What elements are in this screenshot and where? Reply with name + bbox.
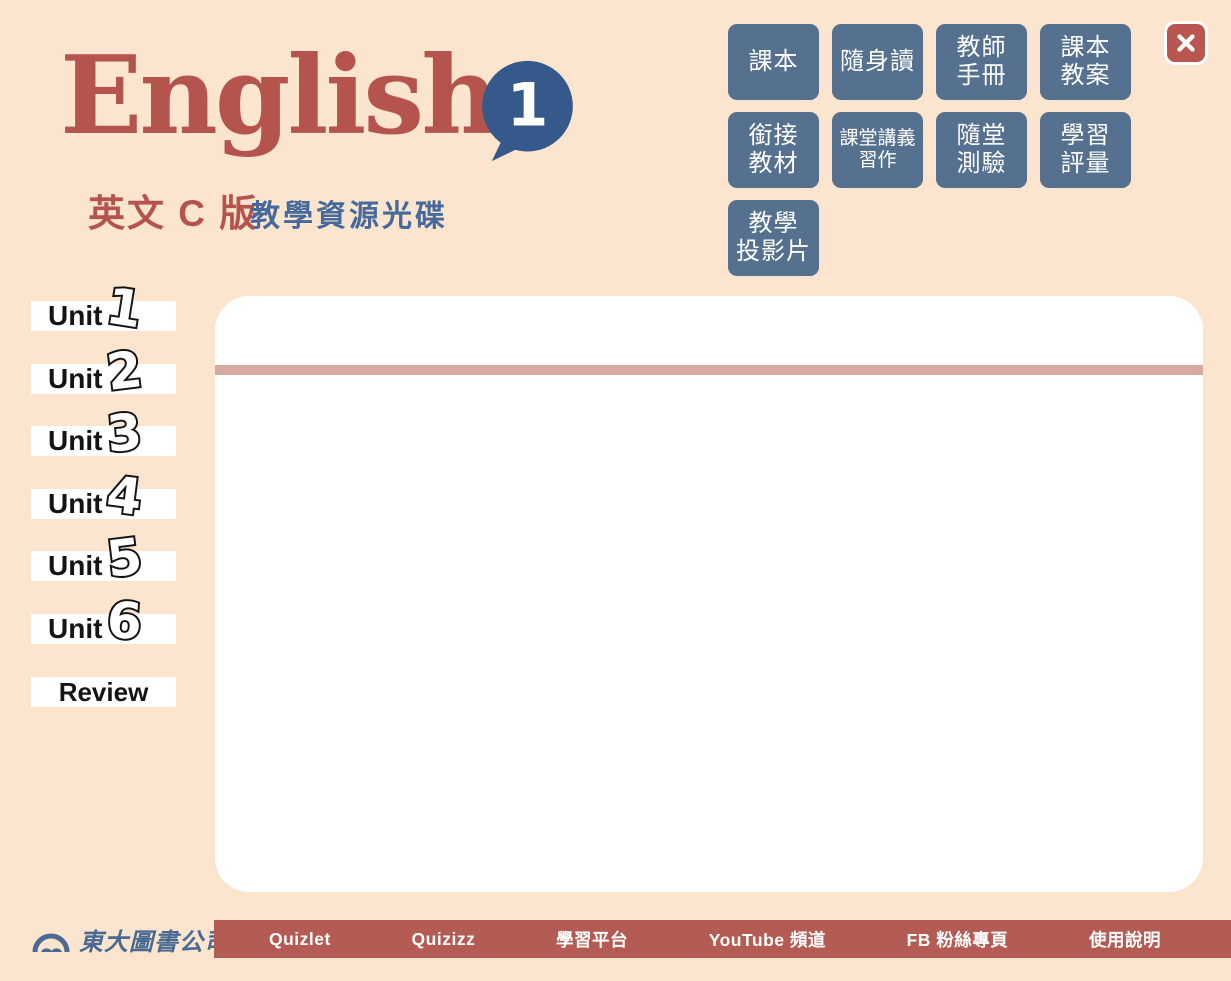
resource-button-label: 教師 手冊 (957, 34, 1007, 91)
unit-label: Unit (48, 364, 102, 394)
unit-number: 5 (104, 531, 145, 585)
level-number: 1 (507, 72, 549, 141)
disc-subtitle: 教學資源光碟 (250, 191, 448, 235)
unit-number: 3 (105, 407, 144, 460)
resource-button-label: 課本 教案 (1061, 34, 1111, 91)
company-name: 東大圖書公司 (79, 922, 229, 957)
unit-number: 6 (105, 595, 143, 647)
unit-label: Unit (48, 551, 102, 581)
unit-number: 1 (103, 281, 145, 336)
series-label: 英文 C 版 (88, 183, 258, 237)
footer-link-quizlet[interactable]: Quizlet (269, 929, 331, 950)
unit-label: Unit (48, 426, 102, 456)
footer-link-fb-fanpage[interactable]: FB 粉絲專頁 (907, 927, 1009, 952)
resource-button-lesson-plan[interactable]: 課本 教案 (1040, 24, 1131, 100)
unit-1-tab[interactable]: Unit 1 (31, 301, 176, 331)
resource-button-label: 隨堂 測驗 (957, 122, 1007, 179)
unit-number: 2 (104, 344, 145, 398)
footer-link-youtube-channel[interactable]: YouTube 頻道 (709, 927, 826, 952)
resource-button-textbook[interactable]: 課本 (728, 24, 819, 100)
resource-button-quiz[interactable]: 隨堂 測驗 (936, 112, 1027, 188)
resource-button-bridging-material[interactable]: 銜接 教材 (728, 112, 819, 188)
resource-button-label: 課本 (749, 48, 799, 76)
close-button[interactable] (1164, 21, 1208, 65)
resource-button-label: 課堂講義 習作 (839, 128, 915, 173)
resource-button-assessment[interactable]: 學習 評量 (1040, 112, 1131, 188)
company-logo: 東大圖書公司 (30, 920, 229, 958)
resource-button-label: 隨身讀 (840, 48, 915, 76)
level-badge: 1 (479, 58, 576, 166)
content-divider (215, 365, 1203, 375)
unit-5-tab[interactable]: Unit 5 (31, 551, 176, 581)
unit-4-tab[interactable]: Unit 4 (31, 489, 176, 519)
resource-button-grid: 課本 隨身讀 教師 手冊 課本 教案 銜接 教材 課堂講義 習作 隨堂 測驗 學… (728, 24, 1131, 276)
footer-link-user-guide[interactable]: 使用說明 (1089, 927, 1161, 952)
footer-link-bar: Quizlet Quizizz 學習平台 YouTube 頻道 FB 粉絲專頁 … (214, 920, 1231, 958)
footer-link-learning-platform[interactable]: 學習平台 (556, 927, 628, 952)
unit-label: Unit (48, 489, 102, 519)
unit-3-tab[interactable]: Unit 3 (31, 426, 176, 456)
footer-link-quizizz[interactable]: Quizizz (412, 929, 476, 950)
content-panel (215, 296, 1203, 892)
unit-label: Unit (48, 301, 102, 331)
resource-button-teacher-manual[interactable]: 教師 手冊 (936, 24, 1027, 100)
app-root: English 1 英文 C 版 教學資源光碟 課本 隨身讀 教師 手冊 課本 … (0, 0, 1231, 981)
resource-button-label: 教學 投影片 (736, 210, 811, 267)
resource-button-label: 學習 評量 (1061, 122, 1111, 179)
app-logo-text: English (60, 34, 497, 158)
unit-label: Unit (48, 614, 102, 644)
review-tab[interactable]: Review (31, 677, 176, 707)
resource-button-teaching-slides[interactable]: 教學 投影片 (728, 200, 819, 276)
unit-2-tab[interactable]: Unit 2 (31, 364, 176, 394)
resource-button-class-handout-workbook[interactable]: 課堂講義 習作 (832, 112, 923, 188)
resource-button-pocket-reader[interactable]: 隨身讀 (832, 24, 923, 100)
unit-6-tab[interactable]: Unit 6 (31, 614, 176, 644)
close-icon (1173, 30, 1199, 56)
arch-bridge-icon (30, 922, 72, 956)
review-label: Review (31, 677, 176, 707)
unit-number: 4 (104, 469, 145, 523)
resource-button-label: 銜接 教材 (749, 122, 799, 179)
